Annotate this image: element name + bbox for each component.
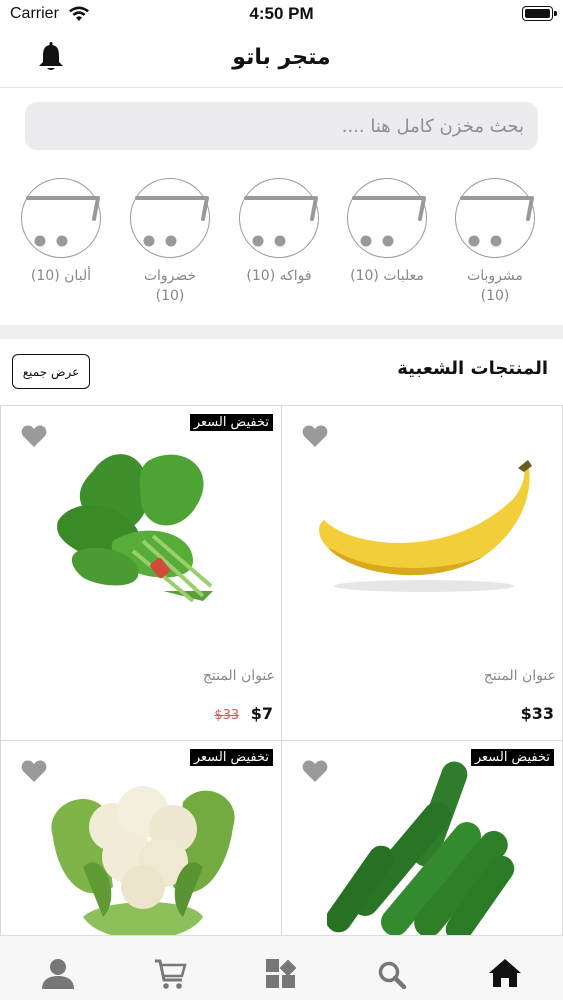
sale-badge: تخفيض السعر (189, 749, 273, 766)
search-box[interactable] (25, 102, 538, 150)
grid-icon (266, 959, 297, 988)
status-bar: Carrier 4:50 PM (0, 0, 563, 30)
heart-icon[interactable] (21, 424, 47, 448)
tab-bar (0, 935, 563, 1000)
home-icon (489, 959, 521, 987)
search-icon (378, 961, 407, 990)
category-count: (10) (30, 268, 60, 284)
old-price: $33 (214, 708, 240, 723)
product-image (319, 460, 532, 592)
category-count: (10) (350, 268, 379, 284)
tab-home[interactable] (485, 958, 525, 998)
clock: 4:50 PM (249, 4, 314, 23)
product-image (57, 454, 213, 603)
cart-icon (239, 178, 319, 258)
search-input[interactable] (25, 102, 538, 150)
category-count: (10) (155, 288, 185, 304)
product-card[interactable]: عنوان المنتج $33 (281, 405, 563, 741)
category-drinks[interactable]: مشروبات (10) (445, 178, 545, 306)
section-divider (0, 325, 563, 339)
product-image (327, 761, 515, 939)
category-label: خضروات (143, 268, 197, 284)
price-row: $33 (282, 704, 554, 723)
category-count: (10) (246, 268, 276, 284)
tab-profile[interactable] (38, 958, 78, 998)
category-vegetables[interactable]: خضروات (10) (120, 178, 220, 306)
product-card[interactable]: تخفيض السعر عنوان المنتج $33 $7 (0, 405, 282, 741)
nav-bar: متجر باتو (0, 30, 563, 88)
category-label: فواكه (279, 268, 312, 284)
category-canned[interactable]: معلبات (10) (337, 178, 437, 286)
heart-icon[interactable] (302, 424, 328, 448)
cart-icon (130, 178, 210, 258)
product-title: عنوان المنتج (202, 668, 275, 684)
product-price: $33 (520, 704, 554, 723)
battery-icon (522, 6, 557, 21)
category-fruits[interactable]: فواكه (10) (229, 178, 329, 286)
category-label: ألبان (64, 268, 92, 284)
category-label: مشروبات (467, 268, 523, 284)
product-card[interactable]: تخفيض السعر (0, 740, 282, 940)
cart-icon (347, 178, 427, 258)
cart-icon (21, 178, 101, 258)
cart-icon (455, 178, 535, 258)
heart-icon[interactable] (302, 759, 328, 783)
category-label: معلبات (383, 268, 424, 284)
profile-icon (42, 959, 74, 989)
section-title: المنتجات الشعبية (397, 358, 548, 379)
category-dairy[interactable]: ألبان (10) (11, 178, 111, 286)
tab-cart[interactable] (150, 958, 190, 998)
cart-icon (155, 959, 187, 989)
product-image (51, 786, 235, 939)
tab-search[interactable] (372, 960, 412, 1000)
sale-badge: تخفيض السعر (189, 414, 273, 431)
page-title: متجر باتو (232, 45, 331, 70)
product-title: عنوان المنتج (483, 668, 556, 684)
category-count: (10) (480, 288, 510, 304)
price-row: $33 $7 (1, 704, 273, 723)
product-price: $7 (250, 704, 273, 723)
tab-categories[interactable] (261, 958, 301, 998)
product-card[interactable]: تخفيض السعر (281, 740, 563, 940)
view-all-button[interactable]: عرض جميع (12, 354, 90, 389)
